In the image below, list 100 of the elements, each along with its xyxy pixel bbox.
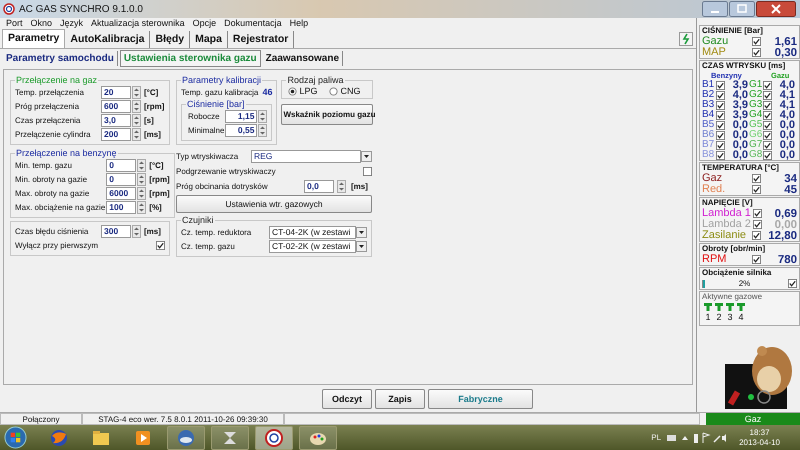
menu-item[interactable]: Aktualizacja sterownika — [87, 18, 189, 29]
checkbox[interactable] — [763, 140, 772, 150]
menu-item[interactable]: Help — [286, 18, 312, 29]
checkbox[interactable] — [716, 90, 725, 100]
sensor-dropdown[interactable]: CT-04-2K (w zestawi — [269, 226, 356, 239]
field-label: Minimalne — [187, 126, 224, 135]
load-reading: 2% — [738, 280, 752, 288]
reading-value: 34 — [783, 172, 797, 184]
tray-icons-drawing[interactable] — [667, 432, 728, 444]
checkbox[interactable] — [716, 150, 725, 160]
checkbox[interactable] — [763, 150, 772, 160]
tab[interactable]: Zaawansowane — [262, 50, 344, 66]
checkbox[interactable] — [752, 185, 761, 194]
menu-item[interactable]: Dokumentacja — [220, 18, 286, 29]
tab[interactable]: Parametry — [2, 29, 66, 48]
close-button[interactable] — [756, 1, 796, 17]
spin-field[interactable]: 600 — [101, 100, 131, 113]
action-button[interactable]: Fabryczne — [428, 388, 533, 408]
group-title: Przełączenie na benzynę — [15, 148, 118, 158]
spin-field[interactable]: 300 — [101, 225, 131, 238]
maximize-button[interactable] — [729, 1, 755, 17]
spin-arrows-icon[interactable] — [132, 86, 141, 99]
squiggle-icon[interactable] — [679, 32, 693, 46]
spin-field[interactable]: 100 — [106, 201, 136, 214]
start-button[interactable] — [4, 426, 27, 449]
spin-field[interactable]: 200 — [101, 128, 131, 141]
mail-bird-icon[interactable] — [167, 426, 205, 450]
reading-value: 12,80 — [767, 230, 797, 242]
checkbox[interactable] — [716, 110, 725, 120]
spin-arrows-icon[interactable] — [132, 114, 141, 127]
spin-field[interactable]: 0 — [106, 173, 136, 186]
checkbox[interactable] — [763, 130, 772, 140]
section-title: Obroty [obr/min] — [702, 244, 766, 254]
menu-item[interactable]: Port — [2, 18, 27, 29]
reading-value: 0,0 — [778, 149, 795, 161]
checkbox[interactable] — [752, 255, 761, 264]
radio-button[interactable] — [329, 86, 338, 96]
section-title: NAPIĘCIE [V] — [702, 198, 754, 208]
checkbox[interactable] — [788, 279, 797, 288]
tab[interactable]: Ustawienia sterownika gazu — [120, 50, 261, 66]
spin-field[interactable]: 0 — [106, 159, 136, 172]
minimize-button[interactable] — [702, 1, 728, 17]
spin-arrows-icon[interactable] — [137, 173, 146, 186]
checkbox[interactable] — [763, 110, 772, 120]
injector-type-dropdown[interactable]: REG — [251, 150, 361, 163]
checkbox[interactable] — [716, 140, 725, 150]
spin-field[interactable]: 3,0 — [101, 114, 131, 127]
menu-item[interactable]: Okno — [26, 18, 56, 29]
menu-item[interactable]: Opcje — [188, 18, 220, 29]
gauge-button[interactable]: Wskaźnik poziomu gazu — [281, 104, 374, 125]
reading-label: Zasilanie — [702, 230, 748, 241]
spin-arrows-icon[interactable] — [132, 128, 141, 141]
checkbox[interactable] — [752, 37, 761, 46]
group-title: Parametry kalibracji — [181, 75, 262, 85]
spin-field[interactable]: 6000 — [106, 187, 136, 200]
action-button[interactable]: Odczyt — [322, 388, 372, 408]
tab[interactable]: Parametry samochodu — [3, 50, 118, 66]
spin-arrows-icon[interactable] — [258, 110, 268, 123]
spin-field[interactable]: 0,0 — [304, 180, 334, 193]
checkbox[interactable] — [763, 90, 772, 100]
spin-field[interactable]: 0,55 — [225, 124, 258, 137]
sensor-dropdown[interactable]: CT-02-2K (w zestawi — [269, 240, 356, 253]
field-label: Max. obroty na gazie — [15, 189, 90, 198]
checkbox[interactable] — [752, 174, 761, 183]
tab[interactable]: Mapa — [190, 31, 228, 48]
menu-item[interactable]: Język — [56, 18, 88, 29]
checkbox[interactable] — [752, 48, 761, 57]
checkbox[interactable] — [363, 167, 372, 176]
spin-arrows-icon[interactable] — [132, 225, 141, 238]
checkbox[interactable] — [752, 209, 762, 218]
spin-arrows-icon[interactable] — [137, 159, 146, 172]
tab[interactable]: AutoKalibracja — [65, 31, 150, 48]
spin-field[interactable]: 20 — [101, 86, 131, 99]
reading-label: Red. — [702, 184, 726, 195]
field-label: Próg przełączenia — [15, 102, 80, 111]
app-logo-icon[interactable] — [255, 426, 293, 450]
spin-arrows-icon[interactable] — [132, 100, 141, 113]
checkbox[interactable] — [763, 120, 772, 130]
checkbox[interactable] — [752, 231, 761, 240]
spin-arrows-icon[interactable] — [137, 187, 146, 200]
tab[interactable]: Rejestrator — [228, 31, 294, 48]
triangles-icon[interactable] — [211, 426, 249, 450]
checkbox[interactable] — [716, 100, 725, 110]
spin-arrows-icon[interactable] — [337, 180, 346, 193]
radio-button[interactable] — [288, 86, 298, 96]
checkbox[interactable] — [156, 241, 165, 250]
checkbox[interactable] — [763, 100, 772, 110]
spin-arrows-icon[interactable] — [137, 201, 146, 214]
palette-icon[interactable] — [299, 426, 337, 450]
checkbox[interactable] — [716, 120, 725, 130]
reading-value: 0,0 — [732, 119, 748, 131]
checkbox[interactable] — [716, 80, 725, 90]
checkbox[interactable] — [763, 80, 772, 90]
tab[interactable]: Błędy — [150, 31, 190, 48]
injector-settings-button[interactable]: Ustawienia wtr. gazowych — [176, 195, 372, 213]
checkbox[interactable] — [716, 130, 725, 140]
action-button[interactable]: Zapis — [375, 388, 425, 408]
spin-field[interactable]: 1,15 — [225, 110, 258, 123]
spin-arrows-icon[interactable] — [258, 124, 268, 137]
language-indicator[interactable]: PL — [651, 433, 662, 442]
